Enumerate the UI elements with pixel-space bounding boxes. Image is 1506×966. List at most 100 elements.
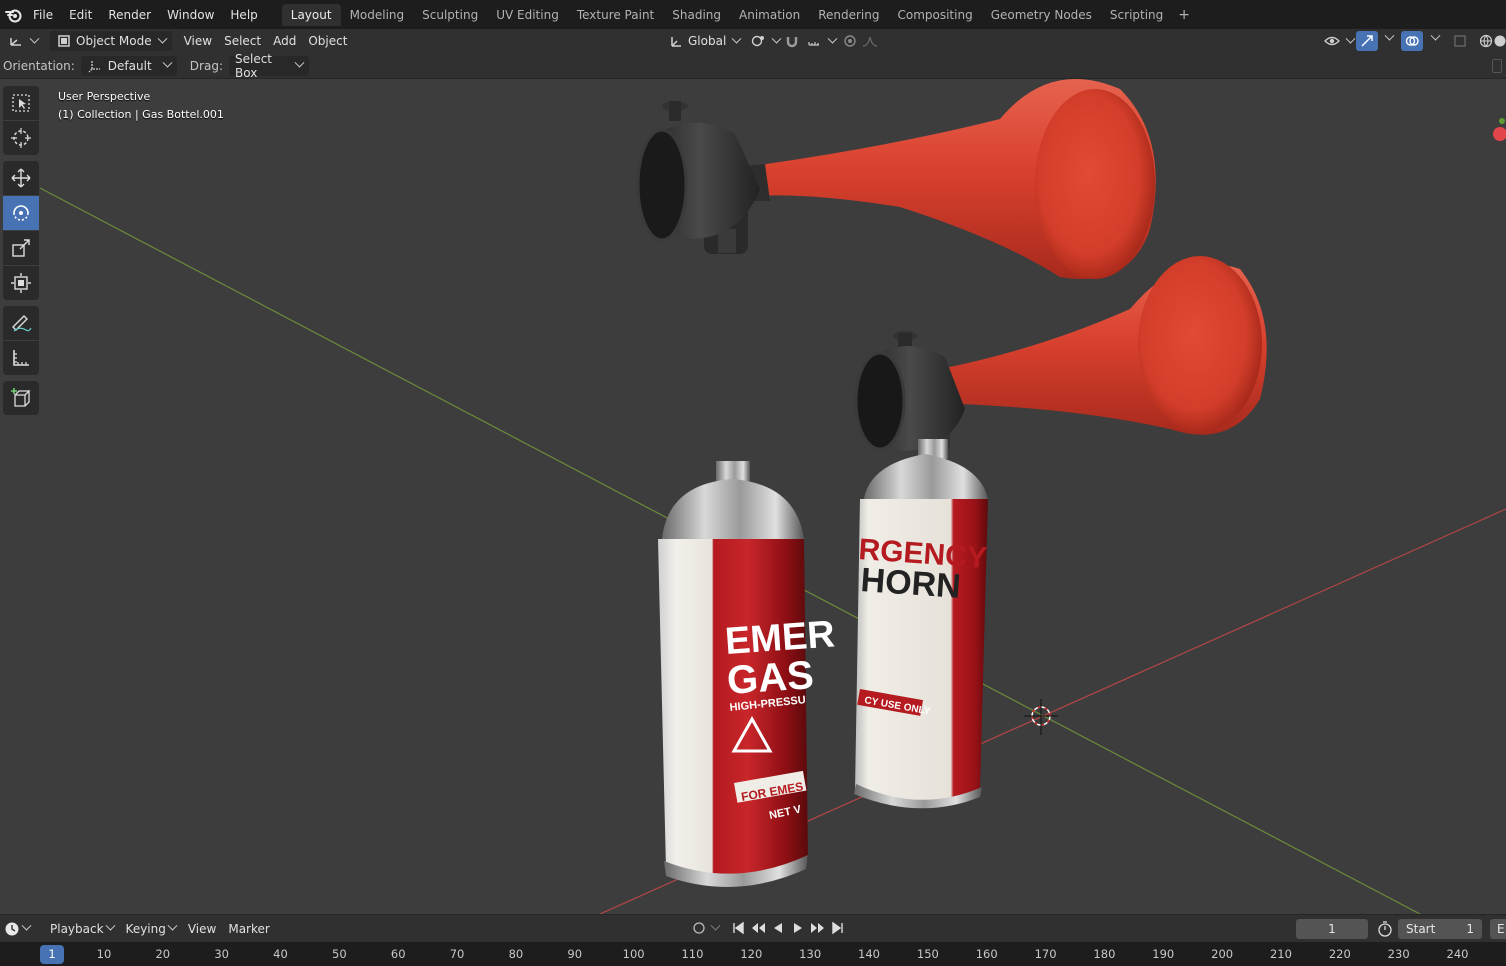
- record-icon: [693, 922, 705, 934]
- menu-marker[interactable]: Marker: [222, 922, 275, 936]
- cursor-icon: [11, 128, 31, 148]
- tab-shading[interactable]: Shading: [663, 4, 730, 26]
- editor-type-button[interactable]: [2, 31, 44, 51]
- snap-increment-icon: [806, 33, 822, 49]
- tool-cursor[interactable]: [3, 121, 39, 155]
- orientation-icon: [668, 33, 684, 49]
- timeline-editor-type[interactable]: [0, 920, 36, 937]
- menu-edit[interactable]: Edit: [61, 4, 100, 26]
- jump-to-end-button[interactable]: [829, 919, 847, 937]
- shading-solid-button[interactable]: [1492, 31, 1506, 51]
- current-frame-indicator[interactable]: 1: [40, 945, 64, 964]
- gizmo-toggle[interactable]: [1356, 31, 1378, 51]
- chevron-down-icon: [162, 57, 173, 68]
- tab-compositing[interactable]: Compositing: [888, 4, 981, 26]
- ruler-tick-label: 170: [1034, 947, 1057, 961]
- chevron-down-icon: [21, 920, 32, 931]
- jump-keyframe-back-button[interactable]: [749, 919, 767, 937]
- add-workspace-button[interactable]: +: [1172, 7, 1196, 23]
- rotate-icon: [13, 205, 29, 221]
- end-frame-field[interactable]: E: [1490, 919, 1506, 939]
- next-keyframe-icon: [811, 923, 824, 933]
- preview-range-toggle[interactable]: [1377, 921, 1393, 940]
- gizmo-y-axis-icon: [1499, 118, 1505, 124]
- chevron-down-icon[interactable]: [710, 920, 721, 931]
- gizmo-icon: [1359, 33, 1375, 49]
- tool-move[interactable]: [3, 161, 39, 195]
- ruler-tick-label: 130: [799, 947, 822, 961]
- start-frame-field[interactable]: Start 1: [1398, 919, 1482, 939]
- tab-scripting[interactable]: Scripting: [1101, 4, 1172, 26]
- eye-icon: [1324, 33, 1340, 49]
- tool-annotate[interactable]: [3, 306, 39, 340]
- menu-timeline-view[interactable]: View: [182, 922, 222, 936]
- menu-playback[interactable]: Playback: [44, 920, 120, 936]
- ruler-tick-label: 190: [1152, 947, 1175, 961]
- playback-controls: [690, 919, 847, 937]
- overlays-toggle[interactable]: [1401, 31, 1423, 51]
- tool-scale[interactable]: [3, 231, 39, 265]
- menu-add[interactable]: Add: [267, 31, 302, 51]
- proportional-icon: [842, 33, 858, 49]
- menu-window[interactable]: Window: [159, 4, 222, 26]
- tool-measure[interactable]: [3, 341, 39, 375]
- tab-modeling[interactable]: Modeling: [341, 4, 414, 26]
- xray-toggle[interactable]: [1446, 31, 1474, 51]
- orientation-dropdown[interactable]: Default: [80, 55, 177, 76]
- chevron-down-icon[interactable]: [1384, 30, 1395, 41]
- tool-rotate[interactable]: [3, 196, 39, 230]
- play-button[interactable]: [789, 919, 807, 937]
- current-frame-field[interactable]: 1: [1296, 919, 1368, 939]
- play-reverse-button[interactable]: [769, 919, 787, 937]
- sidebar-toggle[interactable]: [1492, 59, 1502, 73]
- drag-dropdown[interactable]: Select Box: [228, 52, 309, 80]
- chevron-down-icon: [167, 920, 178, 931]
- top-menu-bar: File Edit Render Window Help Layout Mode…: [0, 0, 1506, 29]
- menu-file[interactable]: File: [25, 4, 61, 26]
- tool-transform[interactable]: [3, 266, 39, 300]
- tool-settings-bar: Orientation: Default Drag: Select Box: [0, 52, 1506, 80]
- jump-to-start-button[interactable]: [729, 919, 747, 937]
- ruler-tick-label: 60: [390, 947, 406, 961]
- 3d-viewport[interactable]: RGENCY HORN CY USE ONLY EMER GAS HIGH-PR…: [0, 79, 1506, 914]
- proportional-edit-toggle[interactable]: [836, 31, 884, 51]
- ruler-icon: [13, 350, 29, 366]
- menu-object[interactable]: Object: [302, 31, 353, 51]
- orientation-label: Global: [688, 34, 727, 48]
- menu-render[interactable]: Render: [100, 4, 159, 26]
- menu-select[interactable]: Select: [218, 31, 267, 51]
- menu-help[interactable]: Help: [222, 4, 265, 26]
- jump-end-icon: [832, 921, 843, 935]
- tool-select-box[interactable]: [3, 86, 39, 120]
- transform-orientation-dropdown[interactable]: Global: [662, 31, 746, 51]
- jump-keyframe-forward-button[interactable]: [809, 919, 827, 937]
- timeline-header: Playback Keying View Marker 1 Start 1 E: [0, 914, 1506, 942]
- chevron-down-icon[interactable]: [1430, 30, 1441, 41]
- tool-add-cube[interactable]: [3, 381, 39, 415]
- menu-view[interactable]: View: [178, 31, 218, 51]
- blender-logo-icon[interactable]: [3, 4, 25, 26]
- tab-uv-editing[interactable]: UV Editing: [487, 4, 568, 26]
- tab-animation[interactable]: Animation: [730, 4, 809, 26]
- tab-texture-paint[interactable]: Texture Paint: [568, 4, 663, 26]
- ruler-tick-label: 100: [622, 947, 645, 961]
- chevron-down-icon: [294, 57, 305, 68]
- chevron-down-icon: [105, 920, 115, 931]
- mode-dropdown[interactable]: Object Mode: [50, 31, 172, 51]
- tab-sculpting[interactable]: Sculpting: [413, 4, 487, 26]
- play-icon: [794, 923, 802, 933]
- tab-layout[interactable]: Layout: [281, 3, 341, 26]
- object-mode-icon: [56, 33, 72, 49]
- gas-can-1: EMER GAS HIGH-PRESSU FOR EMES NET V: [658, 461, 836, 887]
- menu-keying[interactable]: Keying: [120, 920, 182, 936]
- collection-label: (1) Collection | Gas Bottel.001: [58, 108, 224, 121]
- tab-rendering[interactable]: Rendering: [809, 4, 888, 26]
- frame-ruler[interactable]: 1 10 20 30 40 50 60 70 80 90 100 110 120 130 140 150 16…: [0, 942, 1506, 966]
- auto-keying-toggle[interactable]: [690, 919, 708, 937]
- ruler-tick-label: 50: [332, 947, 347, 961]
- tab-geometry-nodes[interactable]: Geometry Nodes: [982, 4, 1101, 26]
- magnet-icon: [784, 33, 800, 49]
- move-icon: [11, 168, 31, 188]
- visibility-dropdown[interactable]: [1318, 31, 1360, 51]
- prev-keyframe-icon: [752, 923, 765, 933]
